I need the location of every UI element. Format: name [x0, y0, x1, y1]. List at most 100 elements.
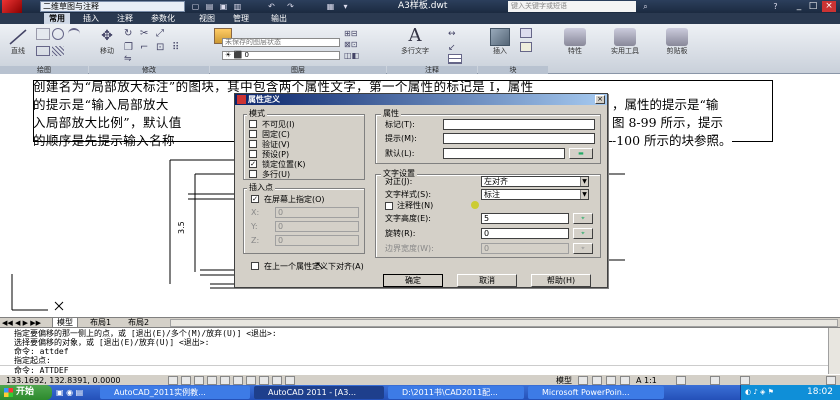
mode-multiline[interactable]: 多行(U): [249, 170, 361, 180]
text-height-input[interactable]: 5: [481, 213, 569, 224]
fillet-icon[interactable]: ⌐: [140, 42, 152, 54]
polar-icon[interactable]: [207, 376, 217, 385]
zoom-icon[interactable]: [606, 376, 616, 385]
layer-dropdown[interactable]: ☀ ⬛ 0: [222, 51, 340, 60]
command-scrollbar[interactable]: [828, 328, 840, 374]
insert-block-label[interactable]: 插入: [486, 46, 514, 56]
mode-verify-checkbox[interactable]: [249, 140, 257, 148]
clean-screen-icon[interactable]: [826, 376, 836, 385]
snap-icon[interactable]: [168, 376, 178, 385]
trim-icon[interactable]: ✂: [140, 28, 152, 40]
panel-annotation-label[interactable]: 注释: [387, 66, 477, 74]
rectangle-icon[interactable]: [36, 46, 50, 56]
boundary-width-pick-button[interactable]: ⌖: [573, 243, 593, 254]
clock[interactable]: 18:02: [807, 385, 833, 400]
y-input[interactable]: 0: [275, 221, 359, 232]
search-icon[interactable]: ⌕: [640, 1, 651, 12]
dialog-title[interactable]: 属性定义: [235, 94, 607, 105]
taskbar-item-autocad[interactable]: AutoCAD 2011 - [A3...: [254, 386, 384, 399]
annotative-checkbox[interactable]: [385, 202, 393, 210]
dialog-close-button[interactable]: ×: [595, 95, 605, 104]
insert-block-icon[interactable]: [490, 28, 510, 46]
z-input[interactable]: 0: [275, 235, 359, 246]
stretch-icon[interactable]: ⤢: [156, 28, 168, 40]
mode-lock-position[interactable]: ✓ 锁定位置(K): [249, 160, 361, 170]
dimension-icon[interactable]: ↔: [448, 28, 464, 40]
arc-icon[interactable]: [68, 28, 80, 40]
taskbar-item-folder[interactable]: D:\2011书\CAD2011配...: [388, 386, 524, 399]
panel-layers-label[interactable]: 图层: [210, 66, 386, 74]
minimize-button[interactable]: _: [792, 1, 806, 12]
panel-modify-label[interactable]: 修改: [89, 66, 209, 74]
mode-constant[interactable]: 固定(C): [249, 130, 361, 140]
annotative-info-icon[interactable]: [471, 201, 479, 209]
autocad-logo-icon[interactable]: [2, 0, 22, 13]
utilities-icon[interactable]: [614, 28, 636, 46]
quick-launch-icons[interactable]: ▣ ◉ ▤: [56, 387, 96, 398]
taskbar-item-explorer[interactable]: AutoCAD_2011实例教...: [100, 386, 250, 399]
default-input[interactable]: [443, 148, 565, 159]
align-below-checkbox[interactable]: [251, 262, 259, 270]
clipboard-icon[interactable]: [666, 28, 688, 46]
x-input[interactable]: 0: [275, 207, 359, 218]
copy-icon[interactable]: ❐: [124, 42, 136, 54]
ortho-icon[interactable]: [194, 376, 204, 385]
qp-icon[interactable]: [285, 376, 295, 385]
edit-block-icon[interactable]: [520, 42, 532, 52]
array-icon[interactable]: ⠿: [172, 42, 184, 54]
layer-tools-icon[interactable]: ⊞⊟ ⊠⊡ ◫◧: [344, 28, 374, 62]
qa-dropdown-icon[interactable]: ▾: [340, 1, 351, 12]
lock-icon[interactable]: [740, 376, 750, 385]
saveas-icon[interactable]: ▥: [232, 1, 243, 12]
move-button-label[interactable]: 移动: [94, 46, 120, 56]
utilities-button-label[interactable]: 实用工具: [604, 46, 646, 56]
circle-icon[interactable]: [52, 28, 64, 40]
plot-icon[interactable]: ▦: [325, 1, 336, 12]
panel-block-label[interactable]: 块: [478, 66, 548, 74]
line-icon[interactable]: [8, 28, 28, 46]
hatch-icon[interactable]: [52, 46, 64, 56]
multiline-text-icon[interactable]: A: [404, 26, 426, 46]
mode-invisible-checkbox[interactable]: [249, 120, 257, 128]
ok-button[interactable]: 确定: [383, 274, 443, 287]
taskbar-item-powerpoint[interactable]: Microsoft PowerPoin...: [528, 386, 664, 399]
properties-button-label[interactable]: 特性: [560, 46, 590, 56]
mode-multiline-checkbox[interactable]: [249, 170, 257, 178]
line-button-label[interactable]: 直线: [6, 46, 30, 56]
tab-parametric[interactable]: 参数化: [146, 13, 180, 24]
layout-view-icon[interactable]: [578, 376, 588, 385]
clipboard-button-label[interactable]: 剪贴板: [660, 46, 694, 56]
create-block-icon[interactable]: [520, 28, 532, 38]
multiline-text-label[interactable]: 多行文字: [394, 46, 436, 56]
search-input[interactable]: 键入关键字或短语: [508, 1, 636, 12]
workspace-dropdown[interactable]: 二维草图与注释: [40, 1, 185, 12]
ducs-icon[interactable]: [246, 376, 256, 385]
mode-verify[interactable]: 验证(V): [249, 140, 361, 150]
osnap-icon[interactable]: [220, 376, 230, 385]
close-button[interactable]: ×: [822, 1, 836, 12]
save-icon[interactable]: ▣: [218, 1, 229, 12]
help-icon[interactable]: ?: [770, 1, 781, 12]
mode-constant-checkbox[interactable]: [249, 130, 257, 138]
prompt-input[interactable]: [443, 133, 595, 144]
new-icon[interactable]: ▢: [190, 1, 201, 12]
text-height-pick-button[interactable]: ⌖: [573, 213, 593, 224]
scale-icon[interactable]: ⊡: [156, 42, 168, 54]
properties-icon[interactable]: [564, 28, 586, 46]
restore-button[interactable]: □: [806, 1, 820, 12]
text-style-dropdown-icon[interactable]: ▼: [580, 190, 588, 199]
help-button[interactable]: 帮助(H): [531, 274, 591, 287]
mode-preset[interactable]: 预设(P): [249, 150, 361, 160]
rotation-input[interactable]: 0: [481, 228, 569, 239]
mirror-icon[interactable]: ⇋: [124, 54, 136, 64]
justify-select[interactable]: 左对齐 ▼: [481, 176, 589, 187]
tab-view[interactable]: 视图: [194, 13, 220, 24]
rotate-icon[interactable]: ↻: [124, 28, 136, 40]
command-input[interactable]: 命令: ATTDEF: [0, 365, 840, 375]
tab-output[interactable]: 输出: [266, 13, 292, 24]
undo-icon[interactable]: ↶: [266, 1, 277, 12]
move-icon[interactable]: ✥: [98, 28, 116, 44]
polyline-icon[interactable]: [36, 28, 50, 40]
text-style-select[interactable]: 标注 ▼: [481, 189, 589, 200]
horizontal-scrollbar[interactable]: [170, 319, 838, 327]
